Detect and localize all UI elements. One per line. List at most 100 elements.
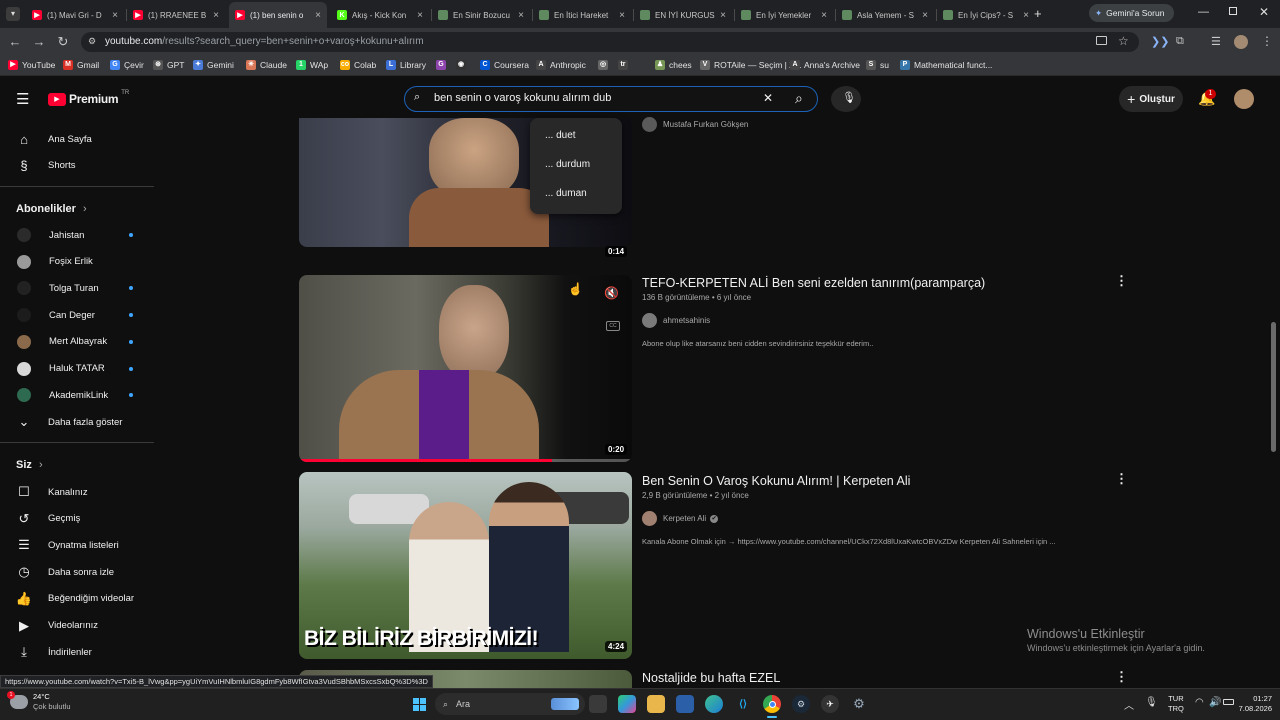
app-badge-icon[interactable]: ✈ [821, 695, 839, 713]
video-channel-2[interactable]: Kerpeten Ali ✔ [642, 511, 719, 526]
sidebar-item-you-3[interactable]: ◷ Daha sonra izle [16, 564, 114, 580]
youtube-logo[interactable]: ▶ Premium TR [48, 90, 129, 106]
file-explorer-icon[interactable] [647, 695, 665, 713]
sidebar-subscription-1[interactable]: Foşix Erlik [16, 254, 93, 270]
sidebar-subscription-2[interactable]: Tolga Turan [16, 280, 99, 296]
video-channel-1[interactable]: ahmetsahinis [642, 313, 710, 328]
bookmark-17[interactable]: A Anna's Archive [790, 60, 860, 70]
tab-close-icon[interactable]: × [619, 10, 625, 21]
tab-close-icon[interactable]: × [518, 10, 524, 21]
bookmark-2[interactable]: G Çevir [110, 60, 144, 70]
reload-icon[interactable]: ↻ [54, 34, 72, 50]
sidebar-item-shorts[interactable]: § Shorts [16, 157, 75, 173]
sidebar-item-home[interactable]: ⌂ Ana Sayfa [16, 131, 92, 147]
more-options-icon-2[interactable]: ⋮ [1115, 471, 1128, 487]
browser-tab-2[interactable]: ▶ (1) ben senin o × [229, 2, 327, 28]
gemini-button[interactable]: ✦ Gemini'a Sorun [1089, 4, 1174, 22]
bookmark-18[interactable]: Ssu [866, 60, 889, 70]
sidebar-subscription-5[interactable]: Haluk TATAR [16, 361, 105, 377]
browser-menu-icon[interactable]: ⋮ [1261, 34, 1273, 48]
suggestion-item-1[interactable]: ... durdum [545, 159, 590, 170]
wifi-icon[interactable]: ◠ [1195, 697, 1204, 708]
browser-tab-8[interactable]: Asla Yemem - S × [836, 4, 934, 26]
tab-close-icon[interactable]: × [112, 10, 118, 21]
tab-close-icon[interactable]: × [213, 10, 219, 21]
language-indicator[interactable]: TUR TRQ [1168, 694, 1184, 714]
browser-tab-9[interactable]: En İyi Cips? - S × [937, 4, 1035, 26]
install-app-icon[interactable] [1096, 36, 1107, 45]
tab-search-button[interactable]: ▾ [6, 7, 20, 21]
video-title-2[interactable]: Ben Senin O Varoş Kokunu Alırım! | Kerpe… [642, 474, 910, 488]
minimize-icon[interactable]: — [1198, 6, 1209, 18]
store-icon[interactable] [676, 695, 694, 713]
browser-tab-5[interactable]: En İtici Hareket × [533, 4, 631, 26]
bookmark-4[interactable]: ✦ Gemini [193, 60, 234, 70]
vscode-icon[interactable]: ⟨⟩ [734, 695, 752, 713]
bookmark-9[interactable]: G [436, 60, 450, 70]
bookmark-star-icon[interactable]: ☆ [1118, 34, 1129, 48]
bookmark-10[interactable]: ◉ [456, 60, 470, 70]
taskbar-search[interactable]: ⌕ Ara [435, 693, 585, 715]
bookmark-3[interactable]: ⊛ GPT [153, 60, 184, 70]
you-heading[interactable]: Siz › [16, 459, 43, 471]
video-channel-0[interactable]: Mustafa Furkan Gökşen [642, 117, 748, 132]
extension-icon[interactable]: ❯❯ [1151, 35, 1169, 48]
more-options-icon-3[interactable]: ⋮ [1115, 669, 1128, 685]
bookmark-16[interactable]: V ROTAile — Seçim | Z... [700, 60, 802, 70]
tab-close-icon[interactable]: × [417, 10, 423, 21]
tab-close-icon[interactable]: × [821, 10, 827, 21]
sidebar-subscription-6[interactable]: AkademikLink [16, 387, 108, 403]
edge-icon[interactable] [705, 695, 723, 713]
suggestion-item-2[interactable]: ... duman [545, 188, 587, 199]
bookmark-5[interactable]: ✳ Claude [246, 60, 287, 70]
tray-mic-icon[interactable]: 🎙 [1145, 697, 1158, 708]
sidebar-item-you-4[interactable]: 👍 Beğendiğim videolar [16, 591, 134, 607]
hamburger-menu-icon[interactable]: ☰ [16, 90, 29, 108]
sidebar-item-you-5[interactable]: ▶ Videolarınız [16, 618, 98, 634]
video-thumbnail-2[interactable]: BİZ BİLİRİZ BİRBİRİMİZİ! [299, 472, 632, 659]
bookmark-0[interactable]: ▶ YouTube [8, 60, 55, 70]
new-tab-icon[interactable]: + [1034, 6, 1042, 21]
bookmark-8[interactable]: L Library [386, 60, 426, 70]
reading-list-icon[interactable]: ☰ [1211, 35, 1221, 48]
extensions-puzzle-icon[interactable]: ⧉ [1176, 35, 1184, 48]
mute-icon[interactable]: 🔇 [604, 286, 619, 300]
sidebar-item-you-0[interactable]: ☐ Kanalınız [16, 484, 87, 500]
suggestion-item-0[interactable]: ... duet [545, 130, 576, 141]
tab-close-icon[interactable]: × [1023, 10, 1029, 21]
browser-tab-3[interactable]: K Akış - Kick Kon × [331, 4, 429, 26]
sidebar-subscription-0[interactable]: Jahistan [16, 227, 84, 243]
close-window-icon[interactable]: ✕ [1259, 5, 1269, 19]
subscriptions-heading[interactable]: Abonelikler › [16, 203, 87, 215]
volume-icon[interactable]: 🔊 [1209, 697, 1221, 708]
sidebar-subscription-4[interactable]: Mert Albayrak [16, 334, 107, 350]
bookmark-14[interactable]: tr [618, 60, 632, 70]
tab-close-icon[interactable]: × [720, 10, 726, 21]
browser-tab-7[interactable]: En İyi Yemekler × [735, 4, 833, 26]
bookmark-19[interactable]: P Mathematical funct... [900, 60, 992, 70]
bookmark-1[interactable]: M Gmail [63, 60, 99, 70]
search-button-icon[interactable]: ⌕ [795, 90, 803, 107]
tab-close-icon[interactable]: × [922, 10, 928, 21]
show-more-button[interactable]: ⌄ Daha fazla göster [16, 414, 123, 430]
voice-search-button[interactable]: 🎙 [831, 86, 861, 112]
windows-start-icon[interactable] [410, 695, 428, 713]
more-options-icon-1[interactable]: ⋮ [1115, 273, 1128, 289]
clear-search-icon[interactable]: ✕ [763, 91, 773, 105]
progress-track-1[interactable] [299, 459, 632, 462]
sidebar-item-you-6[interactable]: ⤓ İndirilenler [16, 644, 92, 660]
video-thumbnail-1[interactable]: 🔇 CC [299, 275, 632, 462]
restore-icon[interactable] [1229, 7, 1237, 15]
page-scrollbar[interactable] [1271, 322, 1276, 452]
sidebar-item-you-2[interactable]: ☰ Oynatma listeleri [16, 537, 119, 553]
captions-icon[interactable]: CC [606, 321, 620, 331]
chrome-icon[interactable] [763, 695, 781, 713]
weather-widget[interactable]: 1 24°C Çok bulutlu [7, 691, 71, 712]
bookmark-11[interactable]: C Coursera [480, 60, 529, 70]
bookmark-6[interactable]: 1 WAp [296, 60, 328, 70]
create-button[interactable]: + Oluştur [1119, 86, 1183, 112]
tab-close-icon[interactable]: × [315, 10, 321, 21]
clock[interactable]: 01:27 7.08.2026 [1230, 694, 1272, 714]
site-info-icon[interactable]: ⚙ [88, 36, 96, 47]
browser-tab-4[interactable]: En Sinir Bozucu × [432, 4, 530, 26]
